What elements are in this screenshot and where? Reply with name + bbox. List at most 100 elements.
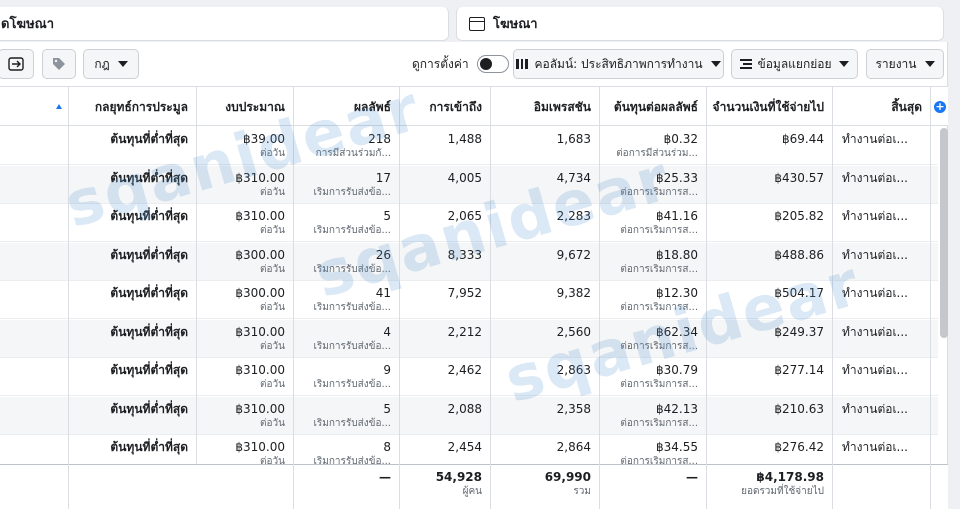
cell-results: 17 เริ่มการรับส่งข้อ... [293, 171, 399, 200]
cell-amount-spent: ฿210.63 [706, 402, 832, 417]
column-divider[interactable] [832, 86, 833, 509]
cell-amount-spent: ฿277.14 [706, 363, 832, 378]
reports-dropdown[interactable]: รายงาน [866, 49, 944, 79]
cell-budget-sub: ต่อวัน [260, 186, 285, 198]
cell-results: 41 เริ่มการรับส่งข้อ... [293, 286, 399, 315]
cell-amount-spent: ฿69.44 [706, 132, 832, 147]
cell-budget-value: ฿310.00 [235, 440, 285, 454]
column-divider[interactable] [599, 86, 600, 509]
cell-impressions-value: 4,734 [556, 170, 591, 185]
cell-ends-value: ทำงานต่อเ... [842, 401, 908, 416]
cell-budget-sub: ต่อวัน [260, 417, 285, 429]
cell-cost-per-result: ฿12.30 ต่อการเริ่มการส... [599, 286, 706, 315]
cell-budget-value: ฿310.00 [235, 170, 285, 185]
table-row[interactable]: ต้นทุนที่ต่ำที่สุด ฿310.00 ต่อวัน 17 เริ่มกา… [0, 165, 938, 204]
columns-dropdown[interactable]: คอลัมน์: ประสิทธิภาพการทำงาน [513, 49, 724, 79]
cell-results-value: 9 [383, 363, 391, 377]
vertical-scrollbar[interactable] [940, 128, 948, 338]
header-bid-strategy[interactable]: กลยุทธ์การประมูล [68, 87, 196, 127]
chevron-down-icon [117, 61, 128, 67]
cell-impressions-value: 2,358 [556, 401, 591, 416]
table-row[interactable]: ต้นทุนที่ต่ำที่สุด ฿310.00 ต่อวัน 9 เริ่มการ… [0, 358, 938, 396]
add-column-icon[interactable]: + [934, 101, 946, 113]
cell-ends-value: ทำงานต่อเ... [842, 324, 908, 339]
ads-panel: กฎ ดูการตั้งค่า คอลัมน์: ประสิทธิภาพการท… [0, 42, 948, 509]
cell-budget-sub: ต่อวัน [260, 263, 285, 275]
cell-reach: 2,088 [399, 402, 490, 417]
cell-cost-per-result-sub: ต่อการเริ่มการส... [620, 302, 698, 313]
table-row[interactable]: ต้นทุนที่ต่ำที่สุด ฿310.00 ต่อวัน 5 เริ่มการ… [0, 204, 938, 242]
table-row[interactable]: ต้นทุนที่ต่ำที่สุด ฿310.00 ต่อวัน 5 เริ่มการ… [0, 396, 938, 435]
breakdown-dropdown[interactable]: ข้อมูลแยกย่อย [731, 49, 858, 79]
cell-bid-strategy: ต้นทุนที่ต่ำที่สุด [68, 248, 196, 263]
chevron-down-icon [839, 61, 850, 67]
cell-cost-per-result-value: ฿30.79 [656, 363, 698, 377]
cell-results-value: 41 [375, 286, 391, 300]
tab-campaign[interactable]: ดโฆษณา [0, 7, 449, 41]
tab-campaign-label: ดโฆษณา [1, 17, 55, 32]
column-divider[interactable] [399, 86, 400, 509]
cell-amount-spent-value: ฿210.63 [774, 401, 824, 416]
cell-ends-value: ทำงานต่อเ... [842, 209, 908, 223]
column-divider[interactable] [706, 86, 707, 509]
cell-bid-strategy: ต้นทุนที่ต่ำที่สุด [68, 325, 196, 340]
table-row[interactable]: ต้นทุนที่ต่ำที่สุด ฿300.00 ต่อวัน 41 เริ่มกา… [0, 281, 938, 319]
column-divider[interactable] [293, 86, 294, 509]
table-row[interactable]: ต้นทุนที่ต่ำที่สุด ฿300.00 ต่อวัน 26 เริ่มกา… [0, 242, 938, 281]
header-budget[interactable]: งบประมาณ [196, 87, 293, 127]
cell-ends-value: ทำงานต่อเ... [842, 440, 908, 454]
reply-button[interactable] [0, 49, 34, 79]
cell-results-sub: เริ่มการรับส่งข้อ... [313, 225, 391, 236]
rules-label: กฎ [94, 56, 110, 71]
cell-budget-sub: ต่อวัน [260, 225, 285, 236]
column-divider [930, 86, 931, 509]
cell-impressions: 2,863 [490, 363, 599, 378]
cell-impressions: 9,672 [490, 248, 599, 263]
cell-budget: ฿310.00 ต่อวัน [196, 402, 293, 431]
sort-up-icon[interactable] [56, 104, 62, 109]
tag-button[interactable] [42, 49, 76, 79]
header-ends[interactable]: สิ้นสุด [832, 87, 930, 127]
cell-cost-per-result-value: ฿25.33 [656, 170, 698, 185]
cell-amount-spent-value: ฿249.37 [774, 324, 824, 339]
cell-impressions-value: 2,560 [556, 324, 591, 339]
cell-impressions-value: 9,382 [556, 286, 591, 300]
cell-reach-value: 4,005 [447, 170, 482, 185]
cell-bid-strategy-value: ต้นทุนที่ต่ำที่สุด [110, 324, 188, 339]
cell-impressions: 9,382 [490, 286, 599, 301]
cell-results: 218 การมีส่วนร่วมกั... [293, 132, 399, 161]
cell-cost-per-result: ฿62.34 ต่อการเริ่มการส... [599, 325, 706, 354]
cell-bid-strategy: ต้นทุนที่ต่ำที่สุด [68, 286, 196, 301]
cell-cost-per-result-sub: ต่อการมีส่วนร่วม... [616, 148, 698, 159]
cell-budget-value: ฿310.00 [235, 401, 285, 416]
cell-amount-spent: ฿504.17 [706, 286, 832, 301]
table-row[interactable]: ต้นทุนที่ต่ำที่สุด ฿310.00 ต่อวัน 4 เริ่มการ… [0, 319, 938, 358]
header-results[interactable]: ผลลัพธ์ [293, 87, 399, 127]
tab-strip: ดโฆษณา โฆษณา [0, 0, 960, 46]
header-amount-spent[interactable]: จำนวนเงินที่ใช้จ่ายไป [706, 87, 832, 127]
cell-ends: ทำงานต่อเ... [832, 325, 930, 340]
header-impressions[interactable]: อิมเพรสชัน [490, 87, 599, 127]
column-divider[interactable] [490, 86, 491, 509]
cell-bid-strategy-value: ต้นทุนที่ต่ำที่สุด [110, 247, 188, 262]
cell-results: 9 เริ่มการรับส่งข้อ... [293, 363, 399, 392]
cell-budget-value: ฿310.00 [235, 324, 285, 339]
table-header: กลยุทธ์การประมูล งบประมาณ ผลลัพธ์ การเข้… [0, 86, 948, 126]
header-reach[interactable]: การเข้าถึง [399, 87, 490, 127]
toggle-switch[interactable] [476, 55, 509, 73]
cell-results-value: 4 [383, 324, 391, 339]
cell-reach-value: 2,088 [447, 401, 482, 416]
cell-cost-per-result-sub: ต่อการเริ่มการส... [620, 263, 698, 275]
cell-cost-per-result: ฿30.79 ต่อการเริ่มการส... [599, 363, 706, 392]
column-divider[interactable] [68, 86, 69, 509]
rules-dropdown[interactable]: กฎ [83, 49, 139, 79]
header-cost-per-result[interactable]: ต้นทุนต่อผลลัพธ์ [599, 87, 706, 127]
table-row[interactable]: ต้นทุนที่ต่ำที่สุด ฿39.00 ต่อวัน 218 การมีส่… [0, 127, 938, 165]
cell-amount-spent: ฿205.82 [706, 209, 832, 224]
view-settings-toggle[interactable]: ดูการตั้งค่า [412, 49, 509, 79]
cell-cost-per-result: ฿42.13 ต่อการเริ่มการส... [599, 402, 706, 431]
column-divider[interactable] [196, 86, 197, 464]
ads-table: กลยุทธ์การประมูล งบประมาณ ผลลัพธ์ การเข้… [0, 86, 948, 509]
tab-ads[interactable]: โฆษณา [456, 7, 944, 41]
cell-cost-per-result-value: ฿62.34 [656, 324, 698, 339]
